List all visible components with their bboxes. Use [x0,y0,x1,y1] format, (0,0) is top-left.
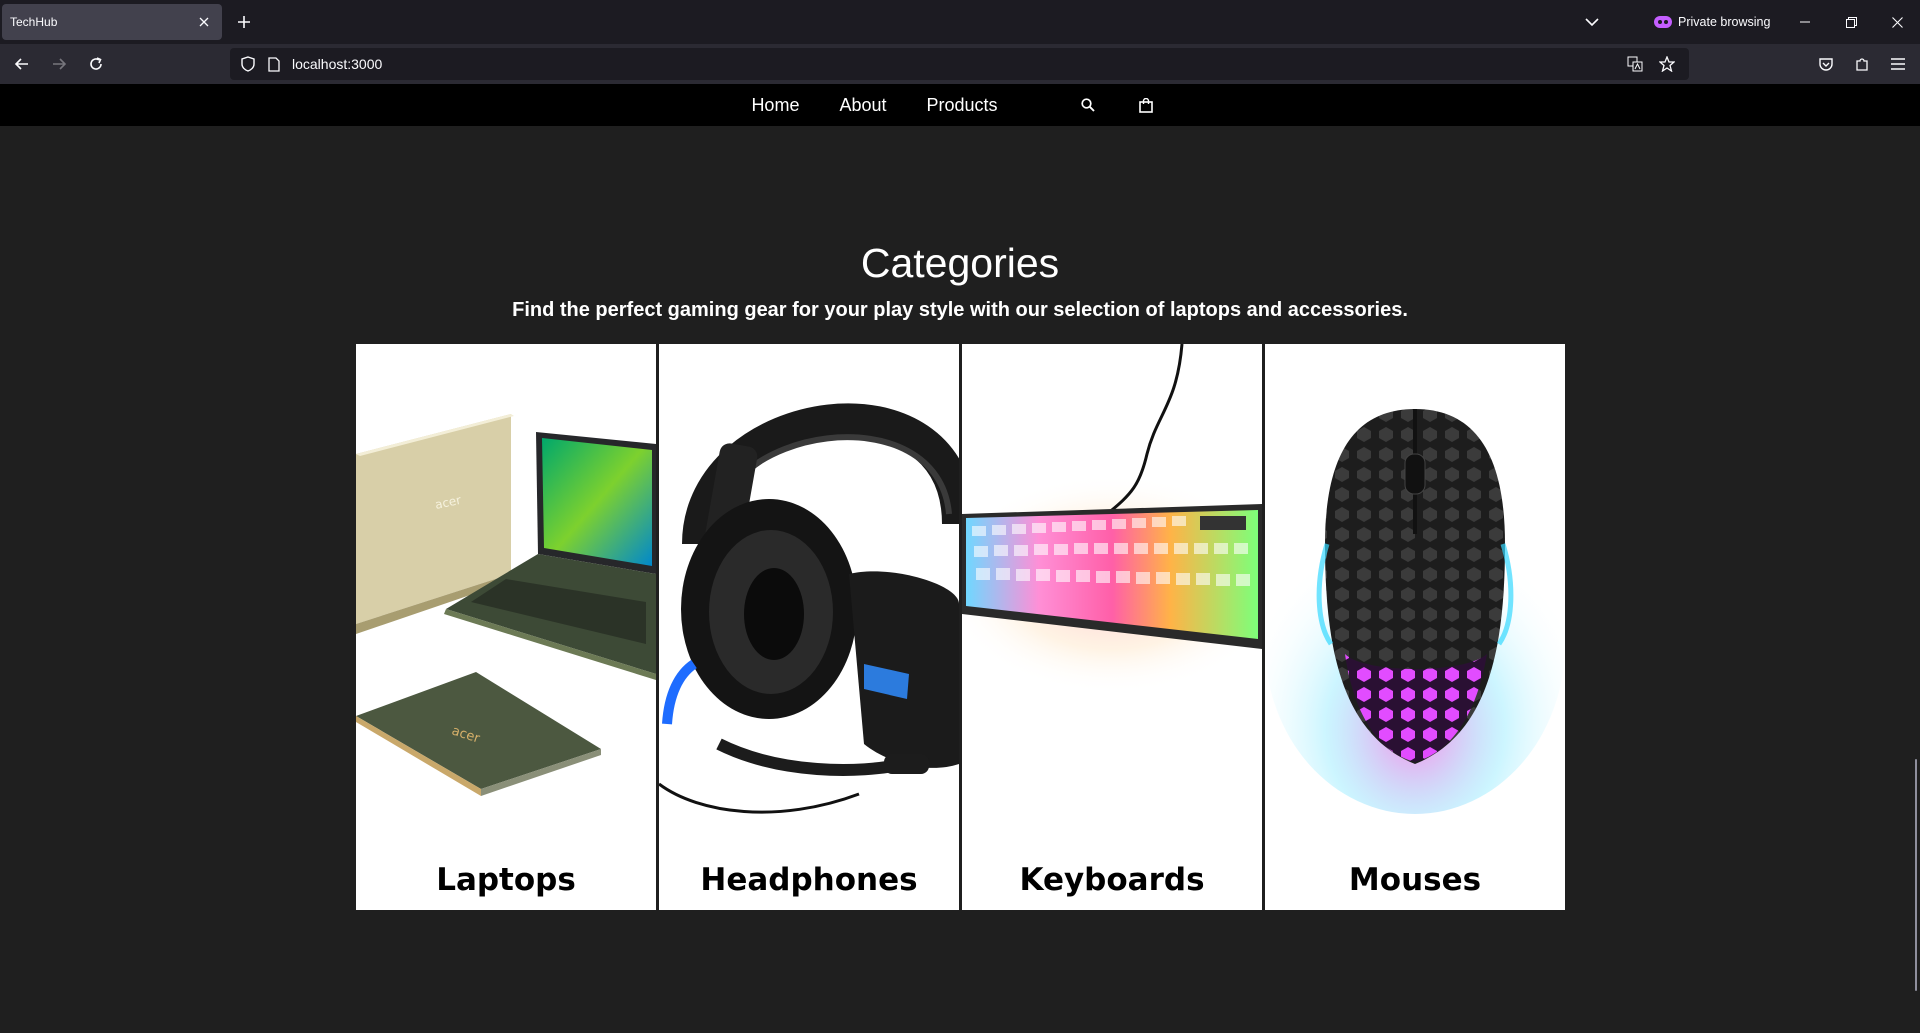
category-label: Keyboards [1019,862,1205,898]
browser-tab[interactable]: TechHub [2,4,222,40]
close-window-icon[interactable] [1874,0,1920,44]
nav-link-products[interactable]: Products [927,95,998,116]
back-arrow-icon[interactable] [8,50,36,78]
restore-icon[interactable] [1828,0,1874,44]
close-tab-icon[interactable] [192,10,216,34]
category-card-mouses[interactable]: Mouses [1265,344,1565,910]
category-label: Headphones [700,862,918,898]
extensions-puzzle-icon[interactable] [1848,50,1876,78]
headphones-image [659,403,959,814]
menu-hamburger-icon[interactable] [1884,50,1912,78]
category-label: Mouses [1348,862,1482,898]
nav-link-about[interactable]: About [839,95,886,116]
private-browsing-indicator: Private browsing [1654,10,1770,34]
keyboard-image [962,344,1262,694]
minimize-icon[interactable] [1782,0,1828,44]
categories-title: Categories [860,240,1060,286]
mouse-image [1265,409,1565,814]
search-icon[interactable] [1078,95,1098,115]
pocket-icon[interactable] [1812,50,1840,78]
tracking-protection-shield-icon[interactable] [238,54,258,74]
shopping-bag-icon[interactable] [1136,95,1156,115]
page-scrollbar[interactable] [1915,759,1917,991]
category-cards: acer acer Laptops Headphones Keyboards M… [356,344,1565,910]
address-bar[interactable] [230,48,1689,80]
category-card-laptops[interactable]: acer acer Laptops [356,344,656,910]
nav-link-home[interactable]: Home [751,95,799,116]
window-controls [1782,0,1920,44]
page-content: Home About Products Categories Find the … [0,84,1920,1033]
browser-tab-bar: TechHub Private browsing [0,0,1920,44]
new-tab-icon[interactable] [232,10,256,34]
site-navigation: Home About Products [0,84,1920,126]
translate-icon[interactable] [1623,52,1647,76]
tab-title: TechHub [10,15,58,29]
category-card-headphones[interactable]: Headphones [659,344,959,910]
url-input[interactable] [292,56,1623,72]
private-mask-icon [1654,16,1672,28]
categories-subtitle: Find the perfect gaming gear for your pl… [512,299,1408,321]
category-label: Laptops [436,862,576,898]
private-browsing-label: Private browsing [1678,15,1771,29]
category-card-keyboards[interactable]: Keyboards [962,344,1262,910]
browser-toolbar [0,44,1920,84]
laptop-image: acer acer [356,414,656,796]
forward-arrow-icon[interactable] [45,50,73,78]
reload-icon[interactable] [82,50,110,78]
page-info-icon[interactable] [264,54,284,74]
list-all-tabs-icon[interactable] [1580,10,1604,34]
bookmark-star-icon[interactable] [1655,52,1679,76]
